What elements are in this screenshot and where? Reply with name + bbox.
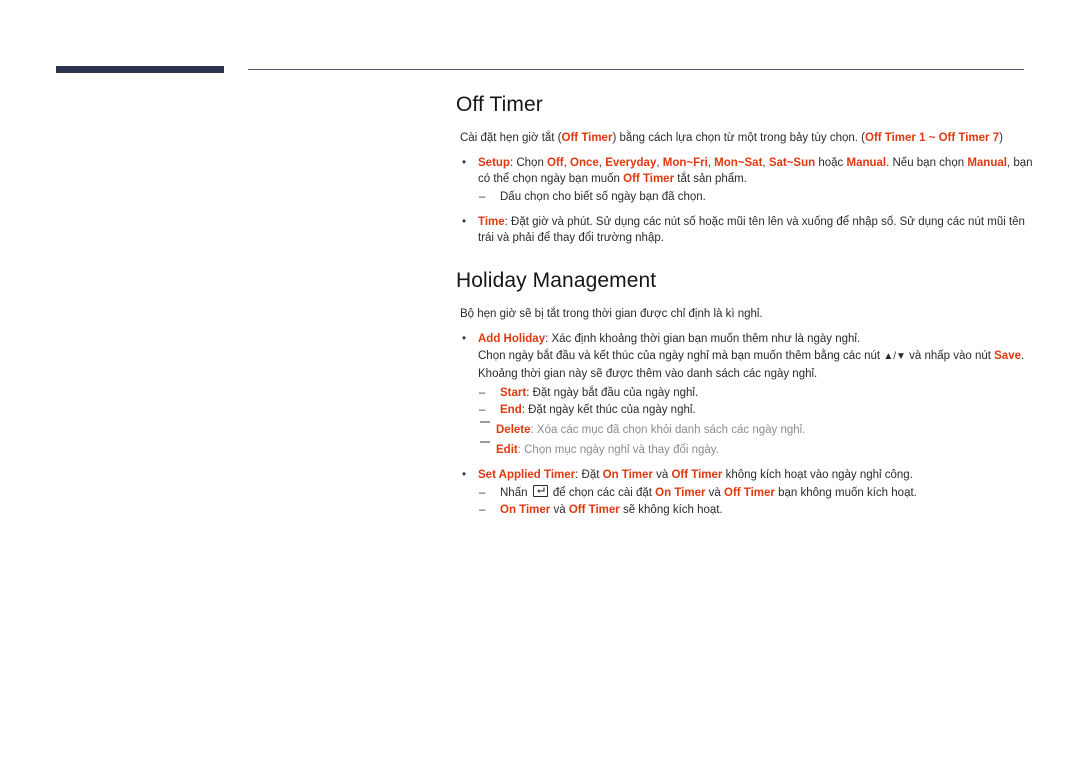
- note-text-edit: : Chọn mục ngày nghỉ và thay đổi ngày.: [517, 444, 719, 456]
- note-text-delete: : Xóa các mục đã chọn khỏi danh sách các…: [530, 424, 806, 436]
- dash-marker-icon: –: [479, 387, 486, 399]
- bullet-dot-icon: •: [462, 157, 467, 169]
- term-set-applied-timer: Set Applied Timer: [478, 469, 576, 481]
- button-save: Save: [994, 350, 1021, 362]
- intro-term-off-timer-range: Off Timer 1 ~ Off Timer 7: [865, 132, 1000, 144]
- off-timer-intro: Cài đặt hẹn giờ tắt (Off Timer) bằng các…: [460, 130, 1036, 146]
- setup-sub-list: – Dấu chọn cho biết số ngày bạn đã chọn.: [478, 189, 1036, 205]
- note-dash-icon: [480, 421, 490, 423]
- term-end: End: [500, 404, 522, 416]
- page-title-off-timer: Off Timer: [456, 93, 543, 116]
- page-title-holiday-management: Holiday Management: [456, 269, 657, 292]
- option-mon-fri: Mon~Fri: [662, 157, 708, 169]
- option-mon-sat: Mon~Sat: [714, 157, 763, 169]
- option-manual-2: Manual: [967, 157, 1007, 169]
- press-text-pre: Nhấn: [500, 487, 531, 499]
- dash-marker-icon: –: [479, 191, 486, 203]
- sub-bullet-check-mark: – Dấu chọn cho biết số ngày bạn đã chọn.: [478, 189, 1036, 205]
- term-on-timer: On Timer: [602, 469, 653, 481]
- dash-marker-icon: –: [479, 487, 486, 499]
- sub-text-start: : Đặt ngày bắt đầu của ngày nghỉ.: [526, 387, 699, 399]
- sub-text-check-mark: Dấu chọn cho biết số ngày bạn đã chọn.: [500, 191, 706, 203]
- intro-term-off-timer: Off Timer: [561, 132, 613, 144]
- set-applied-timer-sub-list: – Nhấn để chọn các cài đặt On Timer và Of…: [478, 485, 1036, 518]
- term-add-holiday: Add Holiday: [478, 333, 546, 345]
- off-timer-bullet-list: • Setup: Chọn Off, Once, Everyday, Mon~Fr…: [456, 155, 1036, 246]
- add-holiday-continuation-1: Chọn ngày bắt đầu và kết thúc của ngày n…: [478, 348, 1036, 365]
- cont-text-3: .: [1021, 350, 1025, 362]
- term-off-timer: Off Timer: [724, 487, 775, 499]
- intro-text-3: ): [999, 132, 1003, 144]
- add-holiday-sub-list: – Start: Đặt ngày bắt đầu của ngày nghỉ. …: [478, 385, 1036, 418]
- term-on-timer: On Timer: [500, 504, 551, 516]
- bullet-dot-icon: •: [462, 469, 467, 481]
- term-edit: Edit: [496, 444, 518, 456]
- term-on-timer: On Timer: [655, 487, 706, 499]
- setup-text-1: : Chọn: [509, 157, 548, 169]
- term-setup: Setup: [478, 157, 510, 169]
- press-text-mid: để chọn các cài đặt: [549, 487, 656, 499]
- option-off: Off: [547, 157, 564, 169]
- term-off-timer: Off Timer: [671, 469, 723, 481]
- bullet-set-applied-timer: • Set Applied Timer: Đặt On Timer và Off …: [456, 467, 1036, 518]
- sat-text-2: và: [652, 469, 672, 481]
- bullet-setup: • Setup: Chọn Off, Once, Everyday, Mon~Fr…: [456, 155, 1036, 205]
- sat-text-3: không kích hoạt vào ngày nghỉ công.: [722, 469, 913, 481]
- sub-bullet-start: – Start: Đặt ngày bắt đầu của ngày nghỉ.: [478, 385, 1036, 401]
- sub-bullet-end: – End: Đặt ngày kết thúc của ngày nghỉ.: [478, 402, 1036, 418]
- press-text-mid2: và: [705, 487, 724, 499]
- option-everyday: Everyday: [605, 157, 657, 169]
- holiday-intro: Bộ hẹn giờ sẽ bị tắt trong thời gian đượ…: [460, 308, 763, 320]
- intro-text-2: ) bằng cách lựa chọn từ một trong bảy tù…: [612, 132, 865, 144]
- bullet-dot-icon: •: [462, 333, 467, 345]
- sat-text-1: : Đặt: [575, 469, 603, 481]
- up-down-arrow-icon: ▲/▼: [883, 351, 906, 362]
- sub-bullet-press-enter: – Nhấn để chọn các cài đặt On Timer và Of…: [478, 485, 1036, 501]
- press-text-post: bạn không muốn kích hoạt.: [774, 487, 917, 499]
- cont-text-1: Chọn ngày bắt đầu và kết thúc của ngày n…: [478, 350, 884, 362]
- holiday-bullet-list: • Add Holiday: Xác định khoảng thời gian …: [456, 331, 1036, 518]
- add-holiday-continuation-2: Khoảng thời gian này sẽ được thêm vào da…: [478, 368, 818, 380]
- term-time: Time: [478, 216, 505, 228]
- setup-text-5: tắt sản phẩm.: [674, 173, 747, 185]
- setup-text-3: . Nếu bạn chọn: [886, 157, 968, 169]
- page-header-rule: [0, 66, 1080, 78]
- setup-text-2: hoặc: [815, 157, 847, 169]
- intro-text-1: Cài đặt hẹn giờ tắt (: [460, 132, 562, 144]
- bullet-time: • Time: Đặt giờ và phút. Sử dụng các nút …: [456, 214, 1036, 246]
- bullet-dot-icon: •: [462, 216, 467, 228]
- note-delete: Delete: Xóa các mục đã chọn khỏi danh sá…: [480, 421, 1036, 438]
- term-delete: Delete: [496, 424, 531, 436]
- sub-text-end: : Đặt ngày kết thúc của ngày nghỉ.: [521, 404, 696, 416]
- add-holiday-text: : Xác định khoảng thời gian bạn muốn thê…: [545, 333, 861, 345]
- option-off-timer: Off Timer: [623, 173, 675, 185]
- dash-marker-icon: –: [479, 504, 486, 516]
- option-once: Once: [570, 157, 599, 169]
- term-start: Start: [500, 387, 527, 399]
- dash-marker-icon: –: [479, 404, 486, 416]
- note-edit: Edit: Chọn mục ngày nghỉ và thay đổi ngà…: [480, 441, 1036, 458]
- cont-text-2: và nhấp vào nút: [905, 350, 995, 362]
- inactive-text-post: sẽ không kích hoạt.: [619, 504, 723, 516]
- header-thin-rule: [248, 69, 1024, 70]
- document-content: Off Timer Cài đặt hẹn giờ tắt (Off Timer…: [456, 92, 1036, 527]
- header-accent-bar: [56, 66, 224, 73]
- bullet-add-holiday: • Add Holiday: Xác định khoảng thời gian …: [456, 331, 1036, 458]
- note-dash-icon: [480, 441, 490, 443]
- enter-key-icon: [532, 485, 548, 497]
- option-manual: Manual: [846, 157, 887, 169]
- sub-bullet-timers-inactive: – On Timer và Off Timer sẽ không kích hoạ…: [478, 502, 1036, 518]
- time-text: : Đặt giờ và phút. Sử dụng các nút số ho…: [478, 216, 1025, 244]
- term-off-timer: Off Timer: [568, 504, 620, 516]
- option-sat-sun: Sat~Sun: [768, 157, 816, 169]
- inactive-text-mid: và: [550, 504, 569, 516]
